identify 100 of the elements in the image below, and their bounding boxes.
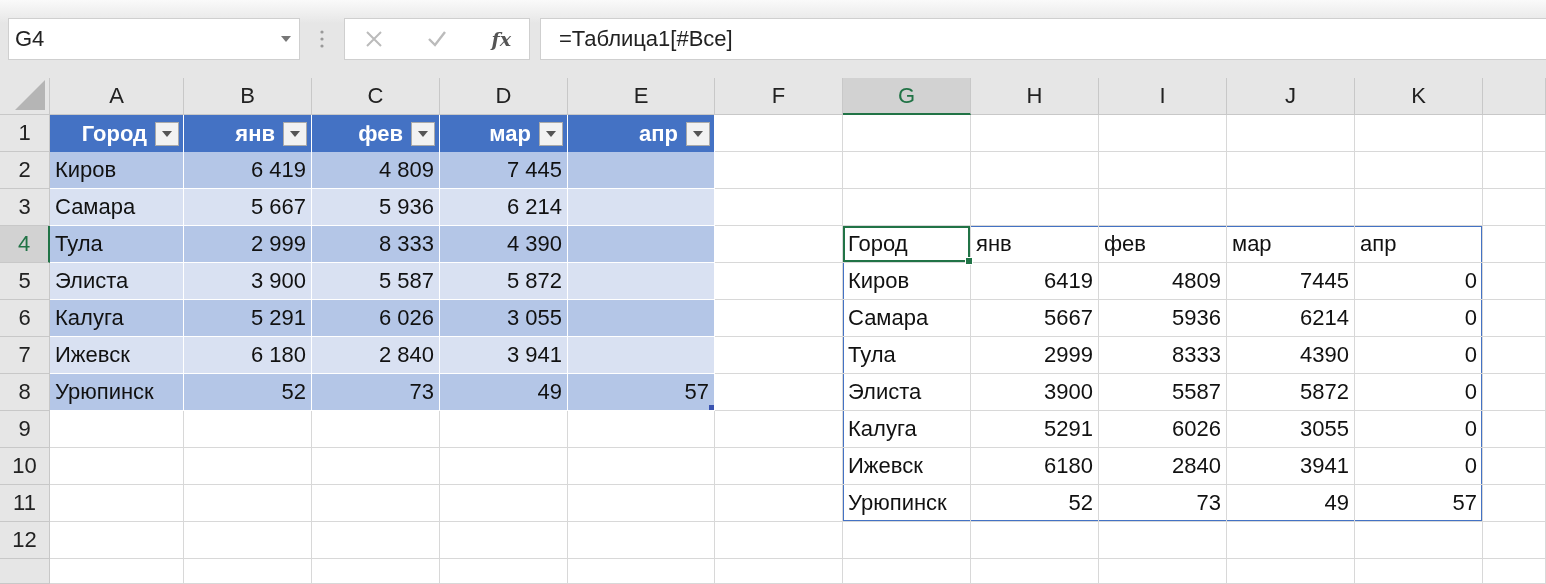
row-header[interactable]: 10	[0, 448, 50, 485]
empty-cell[interactable]	[184, 522, 312, 559]
spill-range-cell[interactable]: 52	[971, 485, 1099, 522]
empty-cell[interactable]	[568, 411, 715, 448]
empty-cell[interactable]	[1355, 152, 1483, 189]
spill-range-cell[interactable]: 7445	[1227, 263, 1355, 300]
column-header[interactable]: A	[50, 78, 184, 115]
empty-cell[interactable]	[1355, 115, 1483, 152]
empty-cell[interactable]	[1483, 263, 1546, 300]
empty-cell[interactable]	[1227, 189, 1355, 226]
empty-cell[interactable]	[312, 559, 440, 584]
column-header[interactable]: E	[568, 78, 715, 115]
spill-range-cell[interactable]: 5936	[1099, 300, 1227, 337]
spill-range-cell[interactable]: мар	[1227, 226, 1355, 263]
empty-cell[interactable]	[440, 448, 568, 485]
filter-button[interactable]	[686, 121, 710, 146]
empty-cell[interactable]	[1483, 559, 1546, 584]
spill-range-cell[interactable]: Элиста	[843, 374, 971, 411]
empty-cell[interactable]	[1483, 189, 1546, 226]
row-header[interactable]: 6	[0, 300, 50, 337]
empty-cell[interactable]	[1227, 559, 1355, 584]
empty-cell[interactable]	[1099, 115, 1227, 152]
empty-cell[interactable]	[568, 559, 715, 584]
filter-button[interactable]	[539, 121, 563, 146]
spill-range-cell[interactable]: апр	[1355, 226, 1483, 263]
spill-range-cell[interactable]: 49	[1227, 485, 1355, 522]
column-header[interactable]: J	[1227, 78, 1355, 115]
row-header[interactable]	[0, 559, 50, 584]
spill-range-cell[interactable]: фев	[1099, 226, 1227, 263]
spill-range-cell[interactable]: 0	[1355, 263, 1483, 300]
spill-range-cell[interactable]: Самара	[843, 300, 971, 337]
empty-cell[interactable]	[1227, 152, 1355, 189]
empty-cell[interactable]	[843, 522, 971, 559]
empty-cell[interactable]	[1483, 411, 1546, 448]
empty-cell[interactable]	[1227, 115, 1355, 152]
spill-range-cell[interactable]: 6026	[1099, 411, 1227, 448]
spill-range-cell[interactable]: 0	[1355, 374, 1483, 411]
empty-cell[interactable]	[1483, 300, 1546, 337]
empty-cell[interactable]	[1483, 448, 1546, 485]
spill-range-cell[interactable]: 5587	[1099, 374, 1227, 411]
empty-cell[interactable]	[971, 115, 1099, 152]
empty-cell[interactable]	[715, 485, 843, 522]
empty-cell[interactable]	[568, 448, 715, 485]
empty-cell[interactable]	[971, 189, 1099, 226]
column-header[interactable]: G	[843, 78, 971, 115]
empty-cell[interactable]	[568, 522, 715, 559]
cancel-icon[interactable]	[365, 30, 383, 48]
filter-button[interactable]	[411, 121, 435, 146]
spill-range-cell[interactable]: Киров	[843, 263, 971, 300]
empty-cell[interactable]	[184, 411, 312, 448]
column-header[interactable]: B	[184, 78, 312, 115]
empty-cell[interactable]	[1355, 522, 1483, 559]
empty-cell[interactable]	[971, 152, 1099, 189]
row-header[interactable]: 5	[0, 263, 50, 300]
column-header[interactable]: K	[1355, 78, 1483, 115]
empty-cell[interactable]	[312, 485, 440, 522]
spill-range-cell[interactable]: 5872	[1227, 374, 1355, 411]
spill-range-cell[interactable]: янв	[971, 226, 1099, 263]
resize-handle[interactable]	[709, 405, 714, 410]
empty-cell[interactable]	[312, 522, 440, 559]
empty-cell[interactable]	[1099, 559, 1227, 584]
row-header[interactable]: 2	[0, 152, 50, 189]
empty-cell[interactable]	[971, 522, 1099, 559]
spill-range-cell[interactable]: Ижевск	[843, 448, 971, 485]
column-header[interactable]: H	[971, 78, 1099, 115]
empty-cell[interactable]	[1483, 226, 1546, 263]
empty-cell[interactable]	[1099, 189, 1227, 226]
insert-function-button[interactable]: fx	[491, 28, 511, 50]
empty-cell[interactable]	[184, 448, 312, 485]
spill-range-cell[interactable]: 6419	[971, 263, 1099, 300]
checkmark-icon[interactable]	[427, 30, 448, 48]
empty-cell[interactable]	[1483, 522, 1546, 559]
spill-range-cell[interactable]: Тула	[843, 337, 971, 374]
empty-cell[interactable]	[715, 522, 843, 559]
spill-range-cell[interactable]: 3900	[971, 374, 1099, 411]
row-header[interactable]: 7	[0, 337, 50, 374]
spill-range-cell[interactable]: 2840	[1099, 448, 1227, 485]
column-header[interactable]: I	[1099, 78, 1227, 115]
empty-cell[interactable]	[971, 559, 1099, 584]
column-header[interactable]: D	[440, 78, 568, 115]
spill-range-cell[interactable]: Калуга	[843, 411, 971, 448]
column-header[interactable]	[1483, 78, 1546, 115]
spill-range-cell[interactable]: 3941	[1227, 448, 1355, 485]
empty-cell[interactable]	[1099, 522, 1227, 559]
empty-cell[interactable]	[715, 448, 843, 485]
formula-field[interactable]: =Таблица1[#Все]	[540, 18, 1546, 60]
empty-cell[interactable]	[715, 559, 843, 584]
empty-cell[interactable]	[843, 189, 971, 226]
row-header[interactable]: 3	[0, 189, 50, 226]
empty-cell[interactable]	[440, 411, 568, 448]
empty-cell[interactable]	[440, 485, 568, 522]
empty-cell[interactable]	[1355, 559, 1483, 584]
spill-range-cell[interactable]: 0	[1355, 337, 1483, 374]
row-header[interactable]: 4	[0, 226, 50, 263]
spill-range-cell[interactable]: 8333	[1099, 337, 1227, 374]
column-header[interactable]: C	[312, 78, 440, 115]
filter-button[interactable]	[155, 121, 179, 146]
row-header[interactable]: 11	[0, 485, 50, 522]
empty-cell[interactable]	[312, 448, 440, 485]
empty-cell[interactable]	[843, 152, 971, 189]
